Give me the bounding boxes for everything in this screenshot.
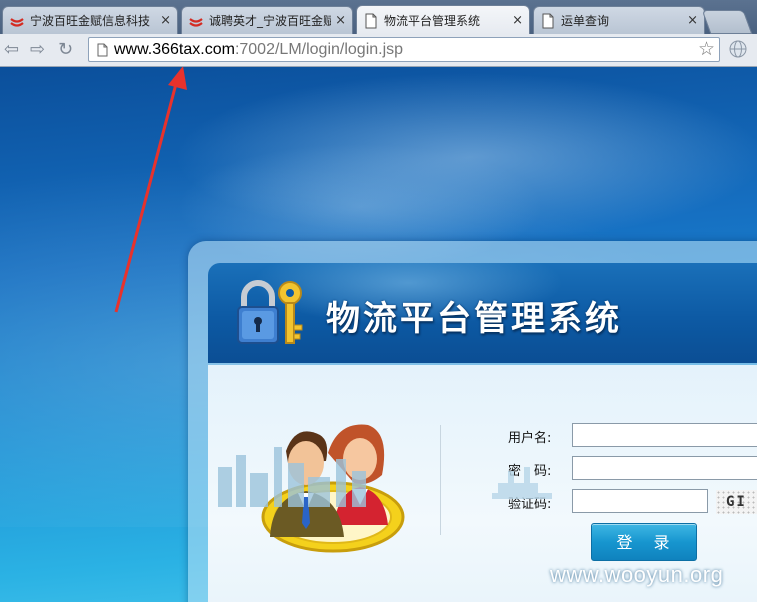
- globe-icon[interactable]: [728, 39, 748, 59]
- browser-toolbar: ⇦ ⇨ ↻ www.366tax.com:7002/LM/login/login…: [0, 34, 757, 67]
- tab-2[interactable]: 诚聘英才_宁波百旺金赋 ×: [181, 6, 353, 34]
- new-tab-button[interactable]: [701, 10, 753, 34]
- bookmark-star-icon[interactable]: ☆: [698, 38, 715, 60]
- login-button[interactable]: 登 录: [591, 523, 697, 561]
- page-icon: [97, 43, 108, 56]
- close-icon[interactable]: ×: [160, 13, 171, 28]
- close-icon[interactable]: ×: [512, 13, 523, 28]
- close-icon[interactable]: ×: [687, 13, 698, 28]
- watermark-text: www.wooyun.org: [550, 562, 724, 587]
- system-title: 物流平台管理系统: [326, 299, 622, 339]
- reload-icon[interactable]: ↻: [58, 40, 73, 60]
- tab-bar: 宁波百旺金赋信息科技 × 诚聘英才_宁波百旺金赋 × 物流平台管理系统 × 运单…: [0, 0, 757, 34]
- tab-title: 宁波百旺金赋信息科技: [30, 14, 151, 28]
- tab-active[interactable]: 物流平台管理系统 ×: [356, 5, 530, 34]
- login-panel: 物流平台管理系统 用户名: 密 码: 验证码: GI 登 录: [188, 241, 757, 602]
- page-icon: [542, 13, 554, 28]
- back-arrow-icon[interactable]: ⇦: [4, 40, 19, 60]
- url-host: www.366tax.com: [114, 40, 235, 58]
- page-icon: [365, 13, 377, 28]
- red-logo-icon: [189, 17, 203, 27]
- url-path: :7002/LM/login/login.jsp: [234, 40, 404, 58]
- tab-title: 运单查询: [561, 14, 610, 28]
- red-logo-icon: [10, 17, 24, 27]
- city-skyline-decoration: [218, 447, 552, 507]
- close-icon[interactable]: ×: [335, 13, 346, 28]
- tab-1[interactable]: 宁波百旺金赋信息科技 ×: [2, 6, 178, 34]
- tab-title: 物流平台管理系统: [384, 14, 481, 28]
- address-bar[interactable]: www.366tax.com:7002/LM/login/login.jsp ☆: [88, 37, 720, 62]
- page-background: 物流平台管理系统 用户名: 密 码: 验证码: GI 登 录 www.wooyu…: [0, 67, 757, 602]
- tab-title: 诚聘英才_宁波百旺金赋: [209, 14, 332, 28]
- forward-arrow-icon[interactable]: ⇨: [30, 40, 45, 60]
- url-text: www.366tax.com:7002/LM/login/login.jsp: [114, 41, 403, 59]
- tab-4[interactable]: 运单查询 ×: [533, 6, 705, 34]
- login-header: 物流平台管理系统: [208, 263, 757, 363]
- lock-key-icon: [237, 280, 303, 344]
